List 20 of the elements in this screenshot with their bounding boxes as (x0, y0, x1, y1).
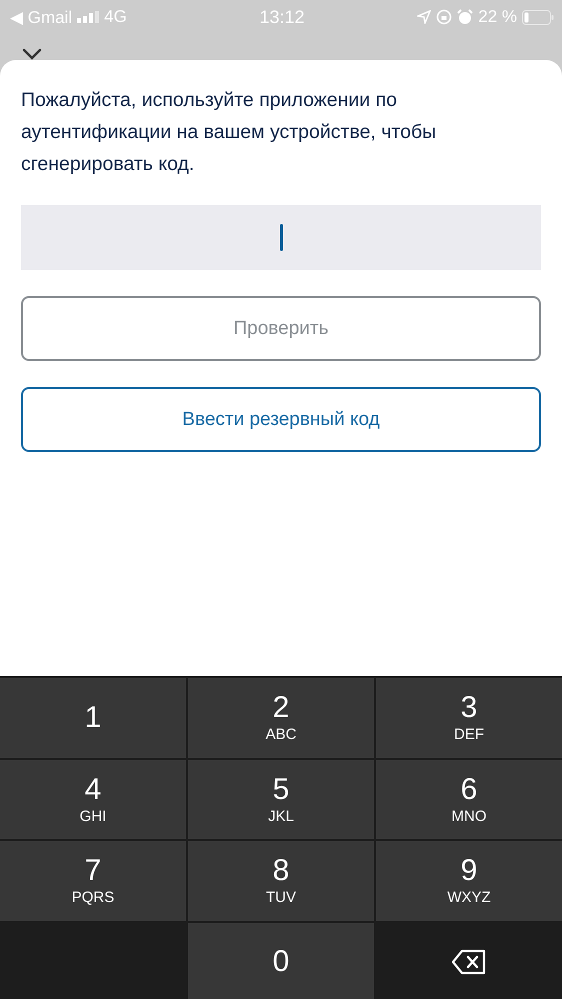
number-key[interactable]: 7 PQRS (0, 841, 186, 920)
number-key[interactable]: 4 GHI (0, 760, 186, 839)
location-icon (417, 10, 432, 24)
instruction-text: Пожалуйста, используйте приложении по аутентификации на вашем устройстве, чтобы сгенерировать код. (21, 88, 438, 177)
number-key[interactable]: 3 DEF (376, 678, 562, 758)
number-key[interactable]: 1 (0, 678, 186, 758)
close-icon[interactable] (22, 48, 42, 60)
number-key[interactable]: 9 WXYZ (376, 841, 562, 920)
number-key[interactable]: 6 MNO (376, 760, 562, 839)
alarm-icon (457, 9, 474, 25)
rotation-lock-icon (436, 9, 452, 25)
number-key[interactable]: 5 JKL (188, 760, 374, 839)
code-field[interactable] (21, 205, 541, 270)
number-key[interactable]: 0 (188, 922, 374, 999)
signal-icon (77, 11, 100, 23)
number-key[interactable]: 2 ABC (188, 678, 374, 758)
backspace-icon[interactable] (451, 949, 487, 976)
backup-code-button[interactable]: Ввести резервный код (21, 387, 541, 452)
battery-icon (522, 10, 554, 24)
number-key[interactable]: 8 TUV (188, 841, 374, 920)
